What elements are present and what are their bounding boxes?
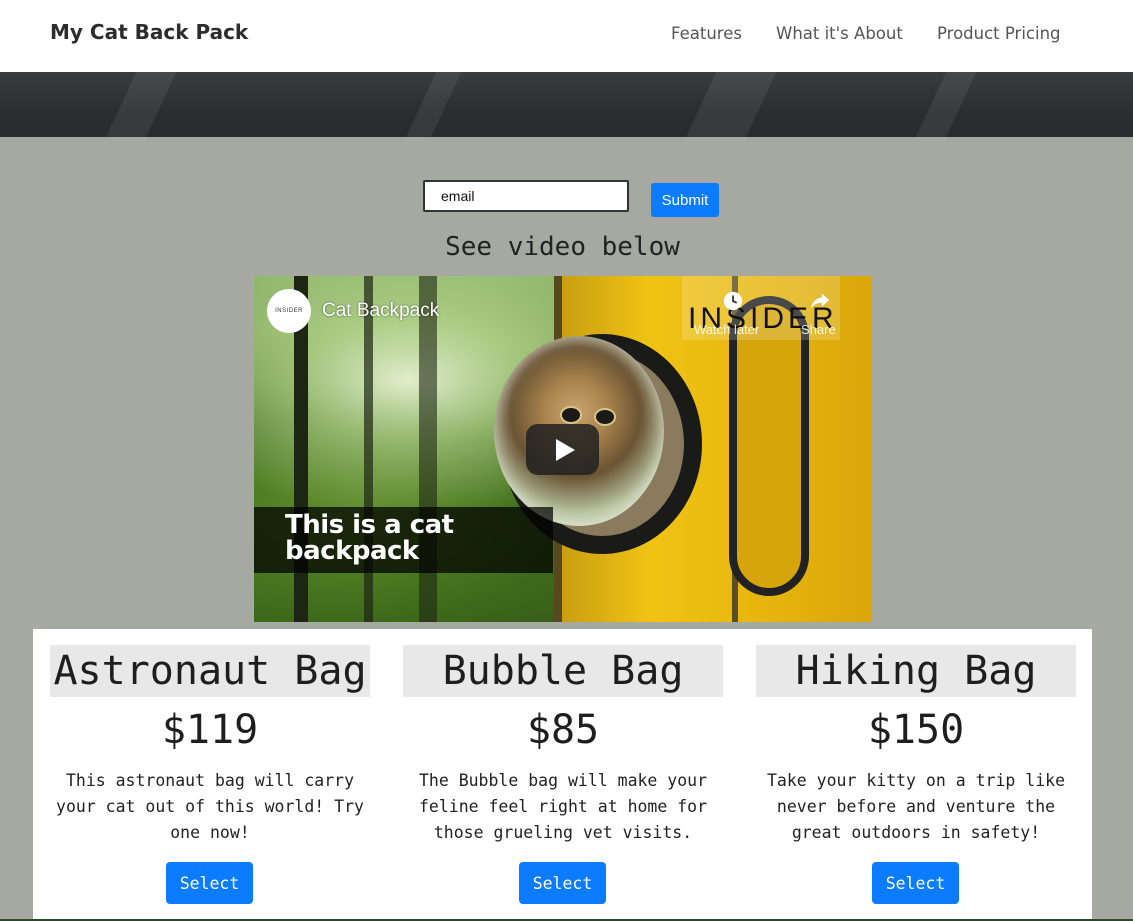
nav-link-product-pricing[interactable]: Product Pricing bbox=[937, 24, 1061, 43]
product-title: Hiking Bag bbox=[756, 645, 1076, 697]
navbar: My Cat Back Pack Features What it's Abou… bbox=[0, 0, 1133, 72]
email-input[interactable] bbox=[423, 180, 629, 212]
brand-logo[interactable]: My Cat Back Pack bbox=[50, 20, 248, 44]
product-card: Hiking Bag $150 Take your kitty on a tri… bbox=[756, 629, 1076, 921]
product-title: Astronaut Bag bbox=[50, 645, 370, 697]
product-title: Bubble Bag bbox=[403, 645, 723, 697]
submit-button[interactable]: Submit bbox=[651, 183, 719, 217]
product-card: Bubble Bag $85 The Bubble bag will make … bbox=[403, 629, 723, 921]
hero-banner bbox=[0, 72, 1133, 137]
clock-icon[interactable] bbox=[722, 290, 744, 312]
product-description: Take your kitty on a trip like never bef… bbox=[766, 771, 1065, 842]
video-title[interactable]: Cat Backpack bbox=[322, 300, 439, 322]
video-player[interactable]: INSIDER Cat Backpack INSIDER Watch later… bbox=[254, 276, 871, 622]
product-price: $150 bbox=[867, 707, 965, 753]
product-price: $119 bbox=[161, 707, 259, 753]
product-description: The Bubble bag will make your feline fee… bbox=[418, 771, 708, 842]
select-button-hiking[interactable]: Select bbox=[872, 862, 959, 904]
product-price: $85 bbox=[526, 707, 600, 753]
select-button-bubble[interactable]: Select bbox=[519, 862, 606, 904]
product-description: This astronaut bag will carry your cat o… bbox=[56, 771, 364, 842]
nav-link-features[interactable]: Features bbox=[671, 24, 742, 43]
product-section: Astronaut Bag $119 This astronaut bag wi… bbox=[33, 629, 1092, 921]
share-label[interactable]: Share bbox=[801, 322, 836, 337]
product-card: Astronaut Bag $119 This astronaut bag wi… bbox=[50, 629, 370, 921]
channel-logo[interactable]: INSIDER bbox=[267, 289, 311, 333]
video-caption: This is a cat backpack bbox=[285, 510, 454, 566]
video-heading: See video below bbox=[445, 232, 680, 262]
watch-later-label[interactable]: Watch later bbox=[694, 322, 759, 337]
select-button-astronaut[interactable]: Select bbox=[166, 862, 253, 904]
share-icon[interactable] bbox=[809, 290, 831, 312]
nav-link-what-its-about[interactable]: What it's About bbox=[776, 24, 903, 43]
play-button[interactable] bbox=[526, 424, 599, 475]
